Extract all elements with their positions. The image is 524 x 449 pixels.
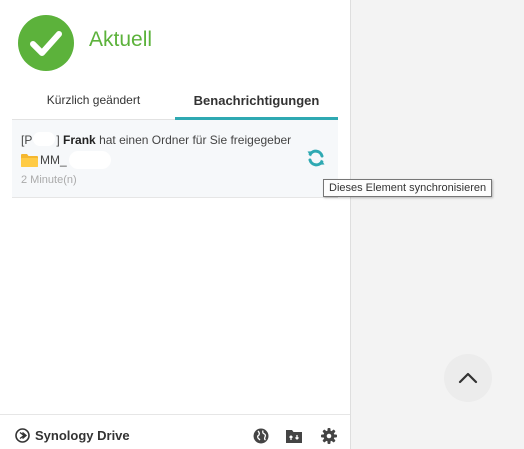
scroll-to-top-button[interactable] bbox=[444, 354, 492, 402]
notification-prefix-close: ] bbox=[56, 133, 60, 147]
redacted-text bbox=[68, 151, 111, 169]
chevron-up-icon bbox=[458, 372, 478, 384]
tab-recently-changed[interactable]: Kürzlich geändert bbox=[12, 80, 175, 120]
synology-drive-logo-icon bbox=[15, 428, 30, 443]
drive-folder-icon[interactable] bbox=[285, 427, 303, 445]
gear-icon[interactable] bbox=[320, 427, 338, 445]
sync-icon[interactable] bbox=[306, 148, 326, 168]
sync-tooltip: Dieses Element synchronisieren bbox=[323, 179, 493, 197]
notification-text: hat einen Ordner für Sie freigegeber bbox=[99, 133, 292, 147]
brand: Synology Drive bbox=[15, 428, 130, 443]
tab-notifications[interactable]: Benachrichtigungen bbox=[175, 80, 338, 120]
notification-prefix: [P bbox=[21, 133, 33, 147]
notification-time: 2 Minute(n) bbox=[21, 174, 77, 186]
notification-item[interactable]: [P] Frank hat einen Ordner für Sie freig… bbox=[12, 120, 338, 198]
folder-name: MM_ bbox=[40, 153, 67, 167]
globe-icon[interactable] bbox=[252, 427, 270, 445]
check-circle-icon bbox=[18, 15, 74, 71]
brand-name: Synology Drive bbox=[35, 428, 130, 443]
status-title: Aktuell bbox=[89, 28, 153, 51]
notification-message: [P] Frank hat einen Ordner für Sie freig… bbox=[21, 132, 291, 147]
footer-bar: Synology Drive bbox=[0, 414, 350, 449]
folder-icon bbox=[21, 153, 38, 167]
shared-folder[interactable]: MM_ bbox=[21, 151, 111, 169]
notification-panel: Aktuell Kürzlich geändert Benachrichtigu… bbox=[0, 0, 351, 449]
notification-user: Frank bbox=[63, 133, 96, 147]
redacted-text bbox=[33, 132, 56, 146]
tab-bar: Kürzlich geändert Benachrichtigungen bbox=[12, 80, 338, 120]
